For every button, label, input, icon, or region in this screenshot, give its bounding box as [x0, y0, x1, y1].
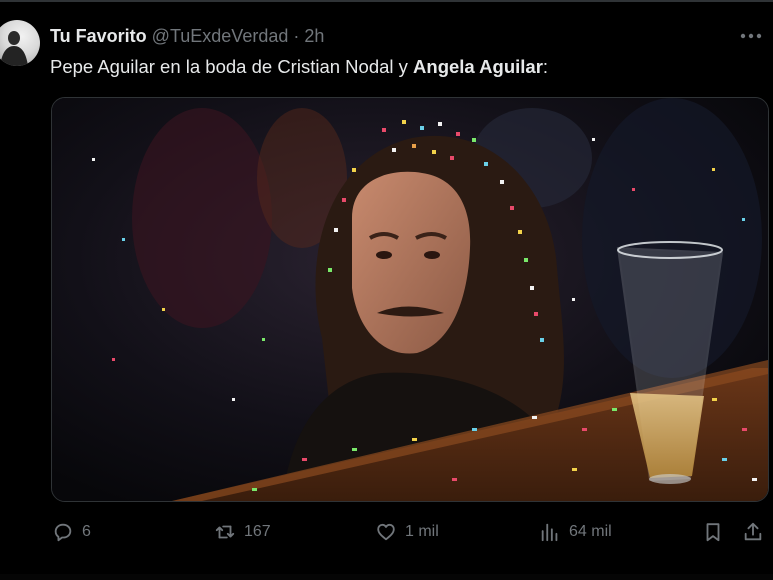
more-options-button[interactable] [737, 24, 765, 48]
retweet-icon [215, 525, 235, 539]
header-separator: · [293, 25, 300, 46]
tweet-text-tail: : [542, 56, 549, 77]
bookmark-button[interactable] [702, 516, 724, 548]
share-button[interactable] [742, 516, 764, 548]
avatar[interactable] [0, 20, 40, 66]
author-handle[interactable]: @TuExdeVerdad [152, 26, 289, 47]
like-count: 1 mil [405, 523, 439, 540]
like-button[interactable]: 1 mil [375, 516, 439, 548]
avatar-image [0, 31, 28, 66]
tweet-header: Tu Favorito @TuExdeVerdad · 2h [50, 24, 324, 48]
heart-icon [377, 523, 395, 541]
views-count: 64 mil [569, 523, 612, 540]
bottom-divider [0, 574, 773, 580]
reply-icon [54, 523, 72, 542]
tweet-card[interactable]: Tu Favorito @TuExdeVerdad · 2h Pepe Agui… [0, 0, 773, 580]
tweet-actions-bar: 6 167 1 mil 64 mil [0, 516, 773, 548]
retweet-button[interactable]: 167 [214, 516, 271, 548]
meme-photo [52, 98, 768, 501]
retweet-count: 167 [244, 523, 271, 540]
top-divider [0, 0, 773, 2]
tweet-text-plain: Pepe Aguilar en la boda de Cristian Noda… [50, 56, 414, 77]
tweet-text: Pepe Aguilar en la boda de Cristian Noda… [50, 54, 548, 80]
tweet-timestamp[interactable]: 2h [304, 26, 324, 47]
views-icon [541, 523, 558, 542]
tweet-text-bold: Angela Aguilar [413, 56, 543, 77]
ellipsis-icon [740, 33, 762, 39]
author-display-name[interactable]: Tu Favorito [50, 26, 147, 47]
tweet-media-image[interactable] [51, 97, 769, 502]
reply-count: 6 [82, 523, 91, 540]
bookmark-icon [706, 523, 720, 542]
views-button[interactable]: 64 mil [539, 516, 612, 548]
share-icon [744, 522, 762, 541]
reply-button[interactable]: 6 [52, 516, 91, 548]
